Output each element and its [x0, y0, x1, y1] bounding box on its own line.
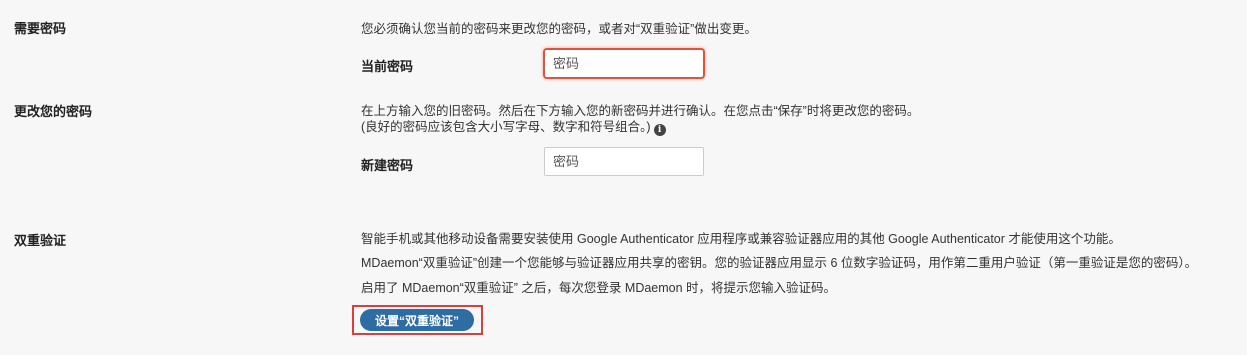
change-password-label: 更改您的密码: [14, 104, 93, 119]
new-password-label: 新建密码: [361, 158, 414, 173]
two-factor-description-3: 启用了 MDaemon“双重验证” 之后，每次您登录 MDaemon 时，将提示…: [361, 281, 837, 295]
password-hint: (良好的密码应该包含大小写字母、数字和符号组合。) i: [361, 116, 666, 136]
current-password-input[interactable]: [543, 48, 705, 79]
require-password-description: 您必须确认您当前的密码来更改您的密码，或者对“双重验证”做出变更。: [361, 22, 757, 36]
two-factor-description-2: MDaemon“双重验证”创建一个您能够与验证器应用共享的密钥。您的验证器应用显…: [361, 256, 1198, 270]
require-password-label: 需要密码: [14, 21, 67, 36]
setup-two-factor-button[interactable]: 设置“双重验证”: [360, 309, 474, 331]
password-hint-text: (良好的密码应该包含大小写字母、数字和符号组合。): [361, 120, 651, 134]
two-factor-label: 双重验证: [14, 233, 67, 248]
current-password-label: 当前密码: [361, 59, 414, 74]
new-password-input[interactable]: [544, 147, 704, 176]
info-icon[interactable]: i: [653, 124, 666, 136]
two-factor-description-1: 智能手机或其他移动设备需要安装使用 Google Authenticator 应…: [361, 232, 1121, 246]
